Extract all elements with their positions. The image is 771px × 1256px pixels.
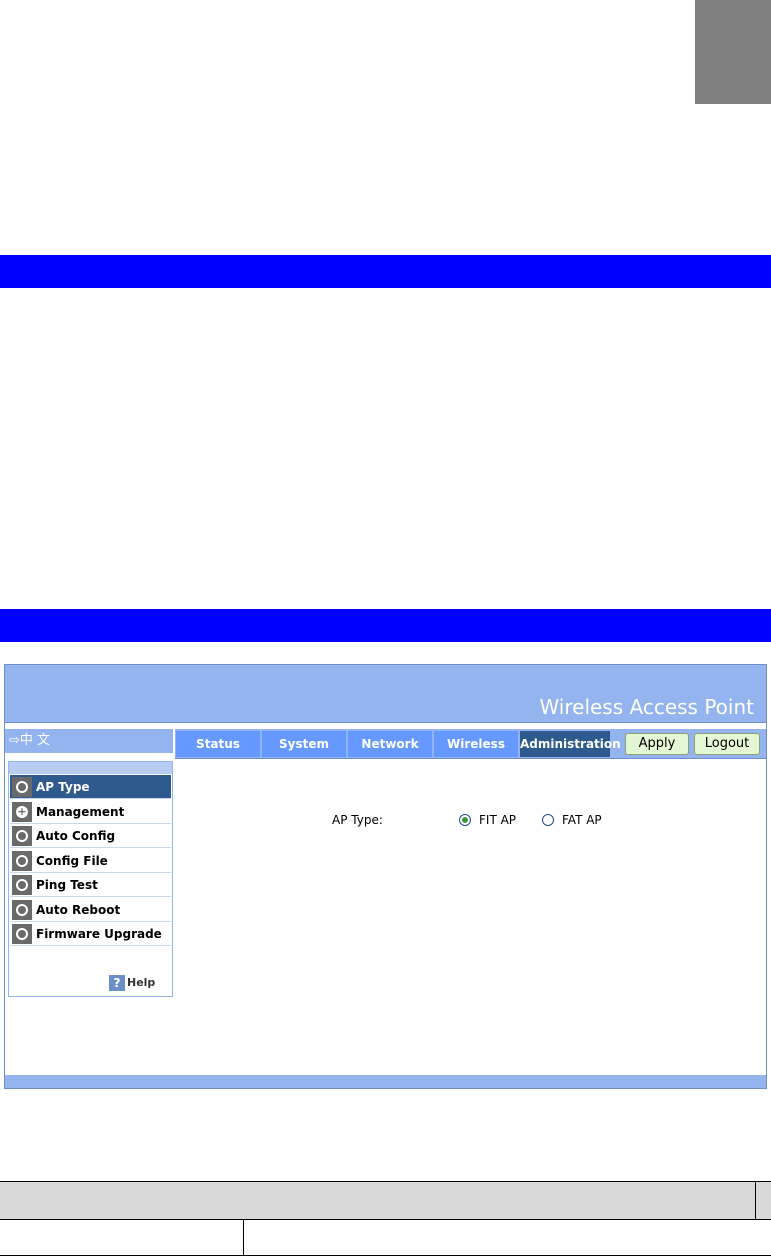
sidebar-item-config-file[interactable]: Config File: [10, 849, 171, 873]
table-row: [0, 1219, 771, 1256]
circle-icon: [12, 851, 32, 871]
section-heading-bar: [0, 609, 771, 642]
tab-network[interactable]: Network: [348, 731, 432, 757]
sidebar-item-label: Auto Reboot: [36, 903, 121, 917]
fat-ap-radio[interactable]: [542, 814, 554, 826]
header-divider: [5, 722, 766, 723]
chapter-tab: [695, 0, 771, 104]
arrow-right-icon: ⇨: [9, 733, 20, 748]
table-header-row: [0, 1181, 771, 1219]
table-divider: [243, 1219, 244, 1256]
circle-icon: [12, 900, 32, 920]
help-label: Help: [127, 976, 156, 989]
circle-icon: [12, 924, 32, 944]
sidebar-item-label: AP Type: [36, 780, 90, 794]
sidebar-item-label: Firmware Upgrade: [36, 927, 162, 941]
fit-ap-radio[interactable]: [459, 814, 471, 826]
sidebar-item-label: Ping Test: [36, 878, 98, 892]
section-heading-bar: [0, 255, 771, 288]
plus-icon: +: [12, 802, 32, 822]
sidebar-header: [9, 762, 172, 774]
circle-icon: [12, 875, 32, 895]
tab-administration[interactable]: Administration: [520, 731, 621, 757]
sidebar-item-firmware-upgrade[interactable]: Firmware Upgrade: [10, 922, 171, 946]
sidebar-item-auto-reboot[interactable]: Auto Reboot: [10, 898, 171, 922]
language-label: 中 文: [19, 733, 51, 748]
sidebar-item-auto-config[interactable]: Auto Config: [10, 824, 171, 848]
logout-button[interactable]: Logout: [694, 733, 760, 755]
help-icon: ?: [109, 975, 125, 991]
fat-ap-label: FAT AP: [562, 813, 602, 827]
app-title: Wireless Access Point: [539, 695, 754, 719]
tab-wireless[interactable]: Wireless: [434, 731, 518, 757]
sidebar-item-ap-type[interactable]: AP Type: [10, 775, 171, 799]
circle-icon: [12, 826, 32, 846]
sidebar-item-ping-test[interactable]: Ping Test: [10, 873, 171, 897]
sidebar: AP Type + Management Auto Config Config …: [8, 761, 173, 997]
sidebar-item-label: Management: [36, 805, 125, 819]
apply-button[interactable]: Apply: [625, 733, 689, 755]
app-header: Wireless Access Point: [5, 665, 766, 722]
admin-ui-screenshot: Wireless Access Point ⇨中 文 Status System…: [4, 664, 767, 1089]
ap-type-label: AP Type:: [332, 813, 383, 827]
language-switch[interactable]: ⇨中 文: [5, 729, 173, 753]
sidebar-item-label: Config File: [36, 854, 108, 868]
content-divider: [175, 758, 766, 759]
app-footer: [5, 1075, 766, 1088]
radio-selected-dot: [462, 817, 468, 823]
tab-system[interactable]: System: [262, 731, 346, 757]
fit-ap-label: FIT AP: [479, 813, 517, 827]
sidebar-item-label: Auto Config: [36, 829, 116, 843]
table-divider: [755, 1181, 756, 1219]
circle-icon: [12, 777, 32, 797]
tab-status[interactable]: Status: [176, 731, 260, 757]
help-link[interactable]: ? Help: [109, 974, 155, 992]
sidebar-item-management[interactable]: + Management: [10, 800, 171, 824]
